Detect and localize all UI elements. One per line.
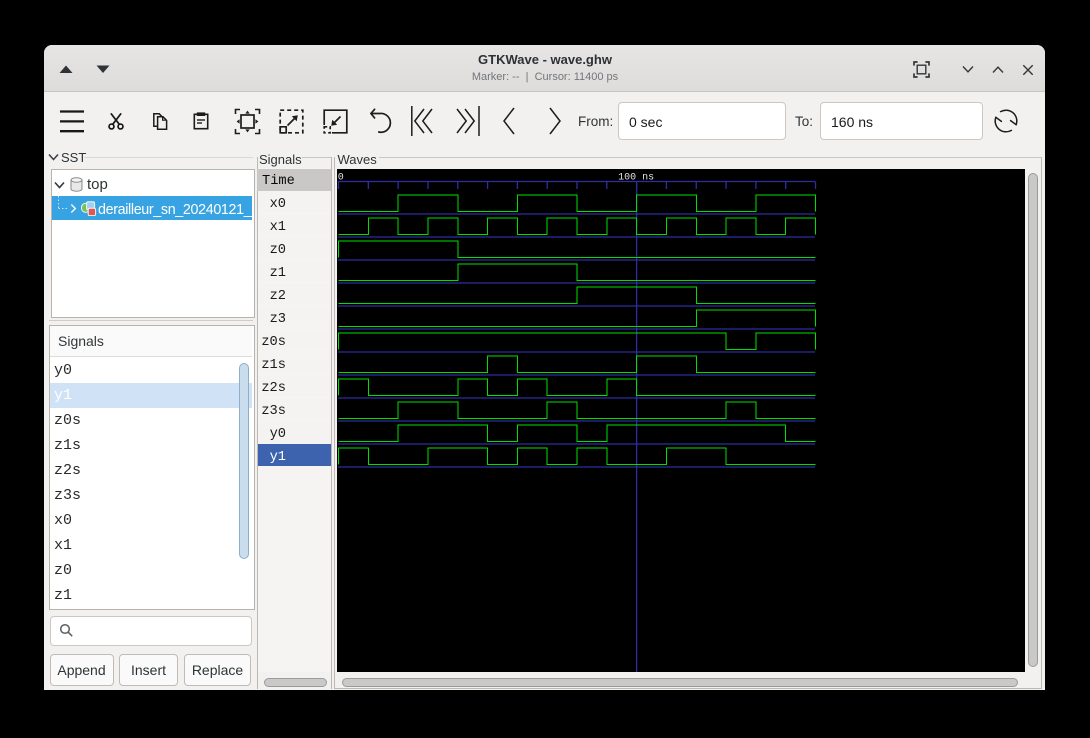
svg-text:100 ns: 100 ns (618, 173, 654, 184)
svg-text:0: 0 (338, 173, 344, 184)
